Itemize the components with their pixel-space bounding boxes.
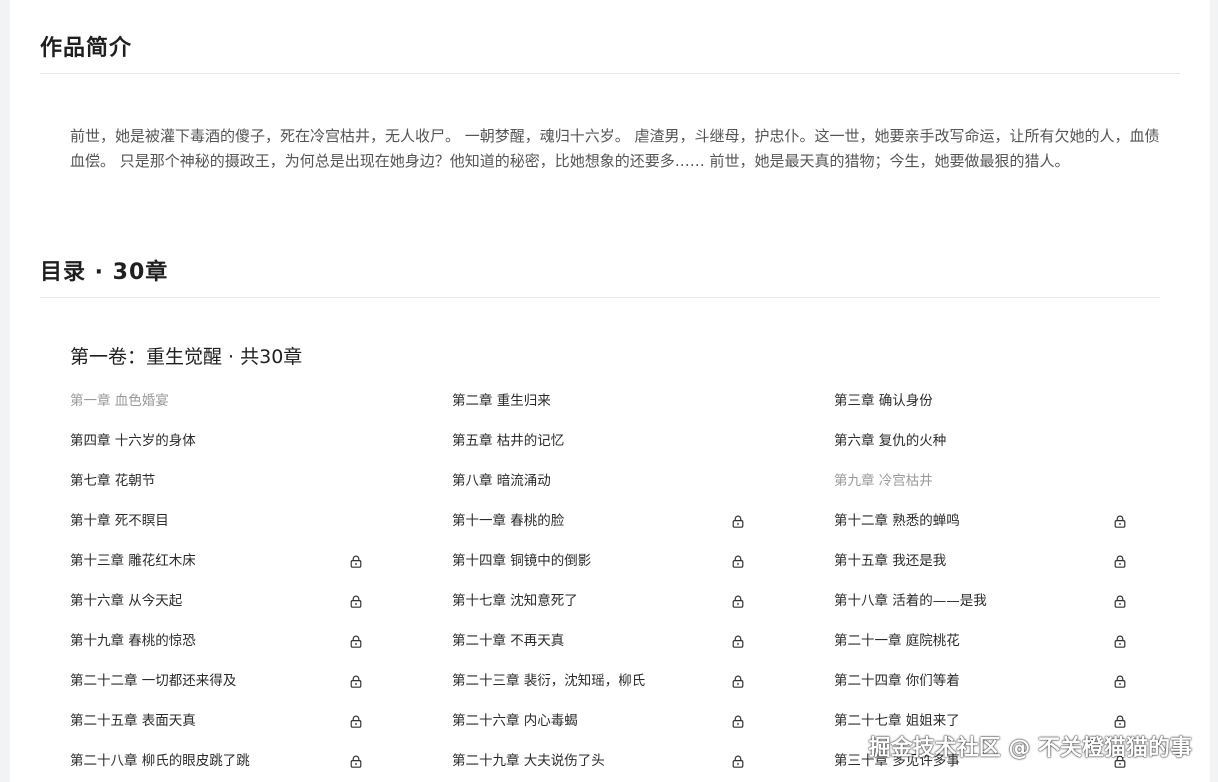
intro-text: 前世，她是被灌下毒酒的傻子，死在冷宫枯井，无人收尸。 一朝梦醒，魂归十六岁。 虐… [70,127,1160,170]
volume-title: 第一卷：重生觉醒 · 共30章 [70,346,303,368]
lock-icon [1114,593,1126,608]
chapter-item[interactable]: 第十四章 铜镜中的倒影 [452,539,834,579]
chapter-item[interactable]: 第二章 重生归来 [452,379,834,419]
chapter-title: 第二十四章 你们等着 [834,673,960,689]
chapter-title: 第七章 花朝节 [70,473,156,489]
intro-divider [40,73,1180,74]
chapter-title: 第二十一章 庭院桃花 [834,633,960,649]
chapter-title: 第十二章 熟悉的蝉鸣 [834,513,960,529]
lock-icon [732,513,744,528]
chapter-title: 第十八章 活着的——是我 [834,593,987,609]
chapter-item[interactable]: 第七章 花朝节 [70,459,452,499]
lock-icon [1114,513,1126,528]
chapter-item[interactable]: 第十九章 春桃的惊恐 [70,619,452,659]
chapter-item[interactable]: 第二十五章 表面天真 [70,699,452,739]
chapter-item[interactable]: 第二十一章 庭院桃花 [834,619,1190,659]
chapter-item[interactable]: 第十七章 沈知意死了 [452,579,834,619]
lock-icon [1114,553,1126,568]
chapter-title: 第十一章 春桃的脸 [452,513,565,529]
chapter-item[interactable]: 第二十二章 一切都还来得及 [70,659,452,699]
chapter-item[interactable]: 第二十九章 大夫说伤了头 [452,739,834,779]
chapter-item[interactable]: 第十六章 从今天起 [70,579,452,619]
chapter-title: 第十四章 铜镜中的倒影 [452,553,592,569]
lock-icon [350,673,362,688]
chapter-title: 第三章 确认身份 [834,393,933,409]
lock-icon [732,673,744,688]
chapter-title: 第八章 暗流涌动 [452,473,551,489]
chapter-item[interactable]: 第五章 枯井的记忆 [452,419,834,459]
lock-icon [1114,633,1126,648]
chapter-title: 第十章 死不瞑目 [70,513,169,529]
chapter-title: 第十六章 从今天起 [70,593,183,609]
toc-title: 目录 · 30章 [40,260,169,285]
chapter-title: 第二十章 不再天真 [452,633,565,649]
toc-divider [40,297,1160,298]
chapter-title: 第十七章 沈知意死了 [452,593,578,609]
novel-detail-card: 作品简介 前世，她是被灌下毒酒的傻子，死在冷宫枯井，无人收尸。 一朝梦醒，魂归十… [10,0,1210,782]
chapter-title: 第二十三章 裴衍，沈知瑶，柳氏 [452,673,646,689]
lock-icon [732,593,744,608]
chapter-item[interactable]: 第二十章 不再天真 [452,619,834,659]
chapter-item[interactable]: 第六章 复仇的火种 [834,419,1190,459]
chapter-item[interactable]: 第十五章 我还是我 [834,539,1190,579]
chapter-item[interactable]: 第三章 确认身份 [834,379,1190,419]
chapter-title: 第九章 冷宫枯井 [834,473,933,489]
chapter-title: 第二章 重生归来 [452,393,551,409]
lock-icon [350,553,362,568]
chapter-item[interactable]: 第十章 死不瞑目 [70,499,452,539]
chapter-title: 第十五章 我还是我 [834,553,947,569]
chapter-item[interactable]: 第九章 冷宫枯井 [834,459,1190,499]
chapter-title: 第二十六章 内心毒蝎 [452,713,578,729]
chapter-item[interactable]: 第八章 暗流涌动 [452,459,834,499]
lock-icon [350,713,362,728]
lock-icon [732,753,744,768]
chapter-item[interactable]: 第一章 血色婚宴 [70,379,452,419]
chapter-item[interactable]: 第二十四章 你们等着 [834,659,1190,699]
chapter-title: 第十九章 春桃的惊恐 [70,633,196,649]
chapter-item[interactable]: 第十二章 熟悉的蝉鸣 [834,499,1190,539]
chapter-item[interactable]: 第四章 十六岁的身体 [70,419,452,459]
chapter-title: 第一章 血色婚宴 [70,393,169,409]
chapter-item[interactable]: 第二十三章 裴衍，沈知瑶，柳氏 [452,659,834,699]
chapter-title: 第二十八章 柳氏的眼皮跳了跳 [70,753,250,769]
chapter-title: 第二十二章 一切都还来得及 [70,673,237,689]
chapter-title: 第四章 十六岁的身体 [70,433,196,449]
chapter-title: 第二十九章 大夫说伤了头 [452,753,605,769]
lock-icon [1114,713,1126,728]
chapter-item[interactable]: 第十三章 雕花红木床 [70,539,452,579]
chapter-title: 第十三章 雕花红木床 [70,553,196,569]
lock-icon [732,633,744,648]
lock-icon [350,753,362,768]
chapter-title: 第二十五章 表面天真 [70,713,196,729]
lock-icon [350,633,362,648]
intro-title: 作品简介 [40,36,133,61]
chapter-item[interactable]: 第二十六章 内心毒蝎 [452,699,834,739]
chapter-title: 第二十七章 姐姐来了 [834,713,960,729]
chapter-item[interactable]: 第二十八章 柳氏的眼皮跳了跳 [70,739,452,779]
chapter-item[interactable]: 第十一章 春桃的脸 [452,499,834,539]
lock-icon [1114,673,1126,688]
lock-icon [350,593,362,608]
lock-icon [732,713,744,728]
lock-icon [732,553,744,568]
chapter-list: 第一章 血色婚宴 第二章 重生归来 第三章 确认身份第四章 十六岁的身体 第五章 枯井… [70,379,1190,779]
watermark: 掘金技术社区 @ 不关橙猫猫的事 [868,736,1192,761]
chapter-title: 第六章 复仇的火种 [834,433,947,449]
chapter-item[interactable]: 第十八章 活着的——是我 [834,579,1190,619]
chapter-title: 第五章 枯井的记忆 [452,433,565,449]
